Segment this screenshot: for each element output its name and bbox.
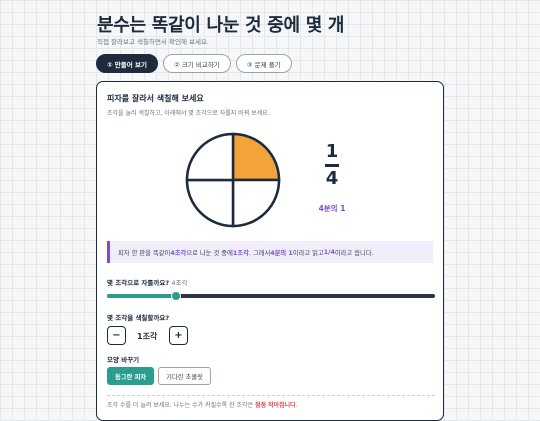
slider-thumb[interactable] — [170, 291, 181, 301]
increment-button[interactable]: + — [169, 326, 188, 345]
chocolate-bar-button[interactable]: 기다란 초콜릿 — [158, 367, 211, 385]
callout-text: . 그래서 — [248, 249, 271, 257]
fraction-numerator: 1 — [325, 141, 339, 162]
shape-toggle-group: 동그란 피자 기다란 초콜릿 — [107, 367, 211, 385]
cut-value: 4조각 — [171, 279, 188, 287]
cut-question: 몇 조각으로 자를까요? 4조각 — [107, 277, 188, 287]
callout-text: 으로 나눈 것 중에 — [186, 249, 233, 257]
cut-label: 몇 조각으로 자를까요? — [107, 279, 170, 287]
fraction-bar — [325, 164, 339, 167]
fraction-reading: 4분의 1 — [318, 204, 346, 213]
decrement-button[interactable]: − — [107, 326, 126, 345]
callout-highlight: 4조각 — [170, 249, 187, 257]
color-question: 몇 조각을 색칠할까요? — [107, 314, 170, 322]
callout-text: 피자 한 판을 똑같이 — [118, 249, 171, 257]
explanation-callout: 피자 한 판을 똑같이 4조각 으로 나눈 것 중에 1조각. 그래서 4분의 1… — [107, 241, 433, 263]
slice-count-slider[interactable] — [107, 291, 435, 301]
divider — [107, 395, 435, 396]
pizza-pie — [185, 132, 281, 228]
pie-slice[interactable] — [185, 178, 235, 228]
callout-highlight: 1조각 — [232, 249, 249, 257]
tab-quiz[interactable]: ③ 문제 풀기 — [235, 54, 292, 73]
shaded-count: 1조각 — [137, 332, 158, 341]
activity-card: 피자를 잘라서 색칠해 보세요 조각을 눌러 색칠하고, 아래에서 몇 조각으로… — [96, 81, 444, 421]
fraction-display: 1 4 — [312, 142, 352, 189]
pie-slice[interactable] — [231, 132, 281, 182]
tab-bar: ① 만들어 보기 ② 크기 비교하기 ③ 문제 풀기 — [96, 54, 292, 73]
pie-slice[interactable] — [231, 178, 281, 228]
slider-fill — [107, 294, 176, 298]
callout-text: 이라고 씁니다. — [334, 249, 374, 257]
callout-highlight: 4분의 1 — [270, 249, 293, 257]
page-subtitle: 직접 잘라보고 색칠하면서 확인해 보세요. — [97, 38, 209, 46]
round-pizza-button[interactable]: 동그란 피자 — [107, 367, 155, 385]
fraction-denominator: 4 — [325, 167, 339, 189]
card-title: 피자를 잘라서 색칠해 보세요 — [107, 94, 204, 103]
card-description: 조각을 눌러 색칠하고, 아래에서 몇 조각으로 자를지 바꿔 보세요. — [107, 110, 270, 117]
shape-question: 모양 바꾸기 — [107, 356, 140, 364]
hint-text: . — [295, 402, 298, 409]
hint-emphasis: 점점 작아집니다 — [254, 402, 296, 409]
tab-make[interactable]: ① 만들어 보기 — [96, 54, 158, 73]
page-title: 분수는 똑같이 나눈 것 중에 몇 개 — [97, 15, 345, 36]
callout-highlight: 1/4 — [323, 248, 335, 256]
tab-compare[interactable]: ② 크기 비교하기 — [162, 54, 231, 73]
callout-text: 이라고 읽고 — [292, 249, 324, 257]
pie-slice[interactable] — [185, 132, 235, 182]
hint-text: 조각 수를 더 늘려 보세요. 나누는 수가 커질수록 한 조각은 — [107, 402, 255, 409]
